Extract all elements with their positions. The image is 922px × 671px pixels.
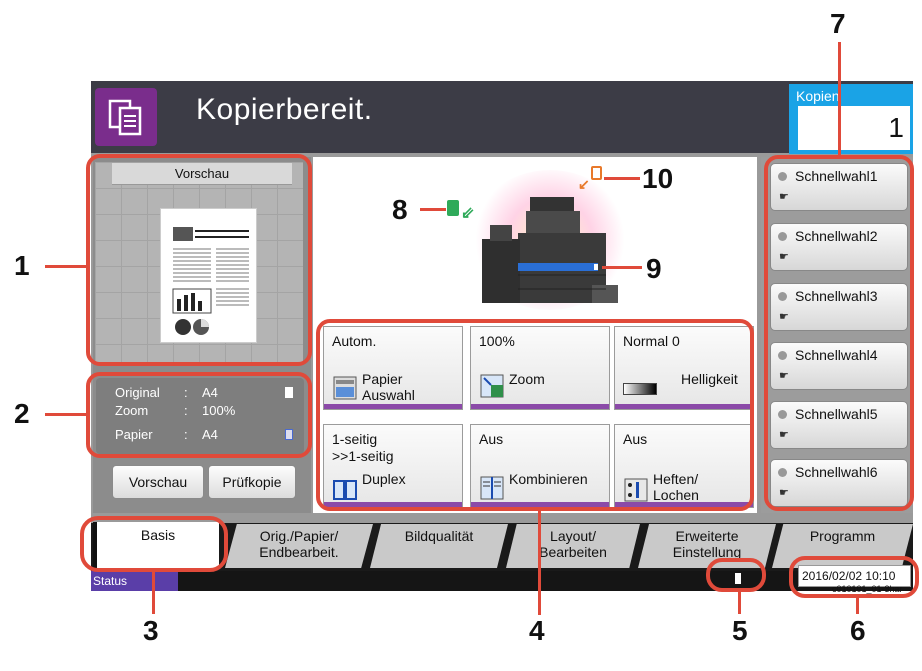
status-button[interactable]: Status (91, 571, 178, 591)
check-copy-button[interactable]: Prüfkopie (208, 465, 296, 499)
paper-input-icon (591, 166, 602, 180)
copies-count[interactable]: 1 (798, 106, 910, 150)
callout-9-number: 9 (646, 253, 662, 284)
callout-3-frame (80, 516, 228, 572)
callout-4-line (538, 511, 541, 615)
callout-1-number: 1 (14, 250, 30, 281)
callout-4-number: 4 (529, 615, 545, 646)
status-title: Kopierbereit. (196, 93, 373, 126)
callout-6-frame (789, 556, 919, 598)
copies-label: Kopien (796, 88, 840, 104)
callout-10-number: 10 (642, 163, 674, 194)
mfp-device-image (480, 195, 620, 310)
preview-button[interactable]: Vorschau (112, 465, 204, 499)
callout-2-frame (86, 372, 312, 458)
callout-5-line (738, 592, 741, 614)
callout-6-number: 6 (850, 615, 866, 646)
callout-10-line (604, 177, 640, 180)
callout-2-number: 2 (14, 398, 30, 429)
tab-original-paper-finishing[interactable]: Orig./Papier/ Endbearbeit. (225, 524, 373, 568)
callout-7-frame (764, 155, 914, 511)
callout-8-number: 8 (392, 194, 408, 225)
callout-3-line (152, 572, 155, 614)
callout-1-frame (86, 154, 312, 366)
callout-4-frame (316, 319, 754, 511)
callout-1-line (45, 265, 88, 268)
callout-2-line (45, 413, 88, 416)
callout-5-frame (706, 558, 766, 592)
tab-image-quality[interactable]: Bildqualität (370, 524, 508, 568)
callout-8-line (420, 208, 446, 211)
output-arrow-icon: ⇙ (461, 205, 475, 222)
output-tray-icon (447, 200, 459, 216)
copy-app-icon (95, 88, 157, 146)
callout-6-line (856, 598, 859, 614)
callout-7-line (838, 42, 841, 156)
tab-layout-edit[interactable]: Layout/ Bearbeiten (506, 524, 640, 568)
callout-5-number: 5 (732, 615, 748, 646)
paper-input-arrow-icon: ↙ (578, 176, 590, 192)
callout-3-number: 3 (143, 615, 159, 646)
callout-9-line (602, 266, 642, 269)
callout-7-number: 7 (830, 8, 846, 39)
